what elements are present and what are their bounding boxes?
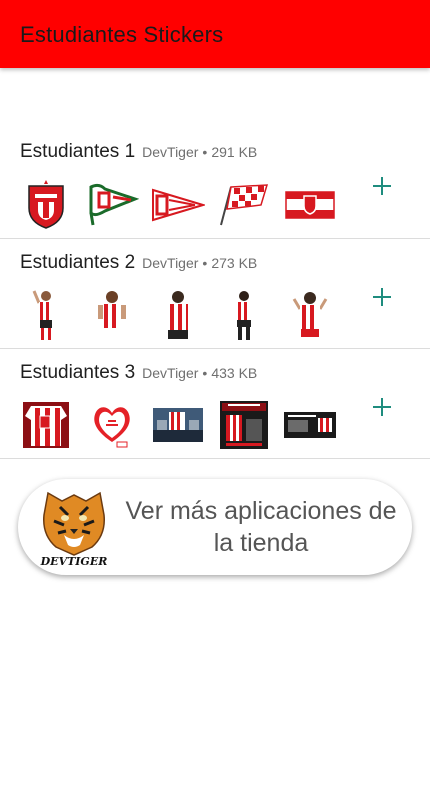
- pack-row-estudiantes-3[interactable]: Estudiantes 3 DevTiger • 433 KB: [0, 349, 430, 459]
- meta-separator: •: [202, 255, 208, 271]
- pack-header: Estudiantes 1 DevTiger • 291 KB: [20, 141, 257, 167]
- sticker-preview-row: [18, 397, 338, 453]
- logo-text: DEVTIGER: [40, 555, 108, 568]
- more-apps-button[interactable]: DEVTIGER Ver más aplicaciones de la tien…: [18, 479, 412, 575]
- jersey-photo-sticker: [18, 397, 74, 453]
- pack-row-estudiantes-1[interactable]: Estudiantes 1 DevTiger • 291 KB: [0, 129, 430, 239]
- player-sticker: [216, 287, 272, 343]
- player-sticker: [150, 287, 206, 343]
- add-pack-button[interactable]: [370, 174, 394, 198]
- club-crest-sticker: [18, 177, 74, 233]
- player-sticker: [18, 287, 74, 343]
- pack-size: 433 KB: [211, 365, 258, 381]
- heart-sticker: [84, 397, 140, 453]
- pack-row-estudiantes-2[interactable]: Estudiantes 2 DevTiger • 273 KB: [0, 239, 430, 349]
- text-banner-sticker: [282, 397, 338, 453]
- checkered-flag-sticker: [216, 177, 272, 233]
- sticker-preview-row: [18, 287, 338, 343]
- pack-meta: DevTiger • 291 KB: [142, 144, 257, 160]
- pack-name: Estudiantes 3: [20, 362, 136, 383]
- pack-author: DevTiger: [142, 144, 199, 160]
- pack-meta: DevTiger • 273 KB: [142, 255, 257, 271]
- sticker-preview-row: [18, 177, 338, 233]
- devtiger-logo: DEVTIGER: [34, 485, 114, 569]
- player-sticker: [84, 287, 140, 343]
- pack-author: DevTiger: [142, 365, 199, 381]
- meta-separator: •: [202, 365, 208, 381]
- pack-author: DevTiger: [142, 255, 199, 271]
- player-sticker: [282, 287, 338, 343]
- add-pack-button[interactable]: [370, 285, 394, 309]
- club-flag-sticker: [84, 177, 140, 233]
- pack-meta: DevTiger • 433 KB: [142, 365, 257, 381]
- banner-sticker: [282, 177, 338, 233]
- app-title: Estudiantes Stickers: [20, 22, 224, 47]
- stadium-photo-sticker: [150, 397, 206, 453]
- pack-header: Estudiantes 2 DevTiger • 273 KB: [20, 252, 257, 278]
- pack-name: Estudiantes 2: [20, 252, 136, 273]
- app-bar: Estudiantes Stickers: [0, 0, 430, 68]
- add-pack-button[interactable]: [370, 395, 394, 419]
- pack-header: Estudiantes 3 DevTiger • 433 KB: [20, 362, 257, 388]
- pack-size: 273 KB: [211, 255, 258, 271]
- meta-separator: •: [202, 144, 208, 160]
- pennant-sticker: [150, 177, 206, 233]
- poster-photo-sticker: [216, 397, 272, 453]
- more-apps-label: Ver más aplicaciones de la tienda: [125, 497, 397, 557]
- pack-name: Estudiantes 1: [20, 141, 136, 162]
- pack-size: 291 KB: [211, 144, 258, 160]
